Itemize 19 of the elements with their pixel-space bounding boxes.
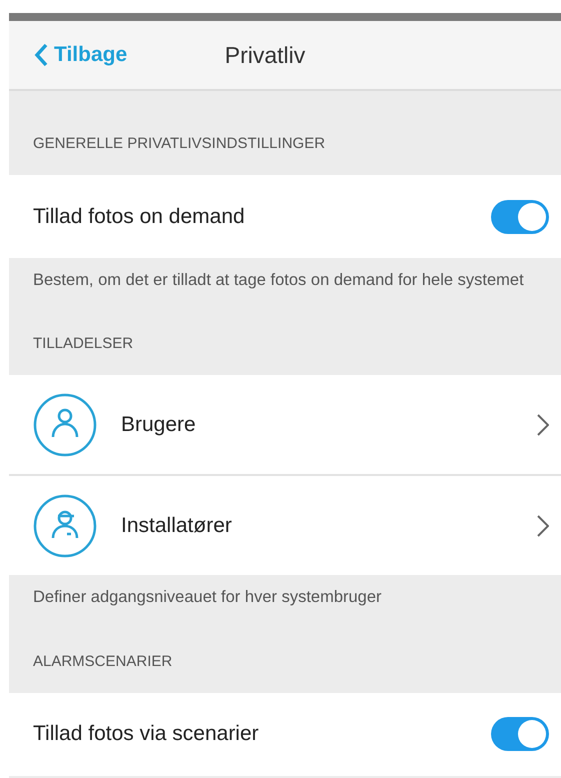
chevron-right-icon <box>537 514 549 537</box>
section-footer: Definer adgangsniveauet for hver systembruger <box>33 588 382 606</box>
user-icon <box>33 392 97 457</box>
chevron-right-icon <box>537 414 549 436</box>
section-header: GENERELLE PRIVATLIVSINDSTILLINGER <box>33 135 326 152</box>
toggle-switch[interactable] <box>491 200 549 234</box>
toggle-switch[interactable] <box>491 717 549 752</box>
section-header: ALARMSCENARIER <box>33 652 172 670</box>
row-label: Installatører <box>121 514 233 538</box>
worker-icon <box>33 494 97 558</box>
list-item[interactable]: Installatører <box>9 474 561 576</box>
page-title: Privatliv <box>224 42 306 68</box>
row-label: Tillad fotos via scenarier <box>33 722 260 746</box>
section-footer: Bestem, om det er tilladt at tage fotos on demand for hele systemet <box>33 271 524 289</box>
section-header: TILLADELSER <box>33 335 134 352</box>
row-label: Brugere <box>121 412 197 437</box>
chevron-left-icon <box>34 43 48 67</box>
list-item[interactable]: Brugere <box>9 375 561 474</box>
row-label: Tillad fotos on demand <box>33 204 246 228</box>
